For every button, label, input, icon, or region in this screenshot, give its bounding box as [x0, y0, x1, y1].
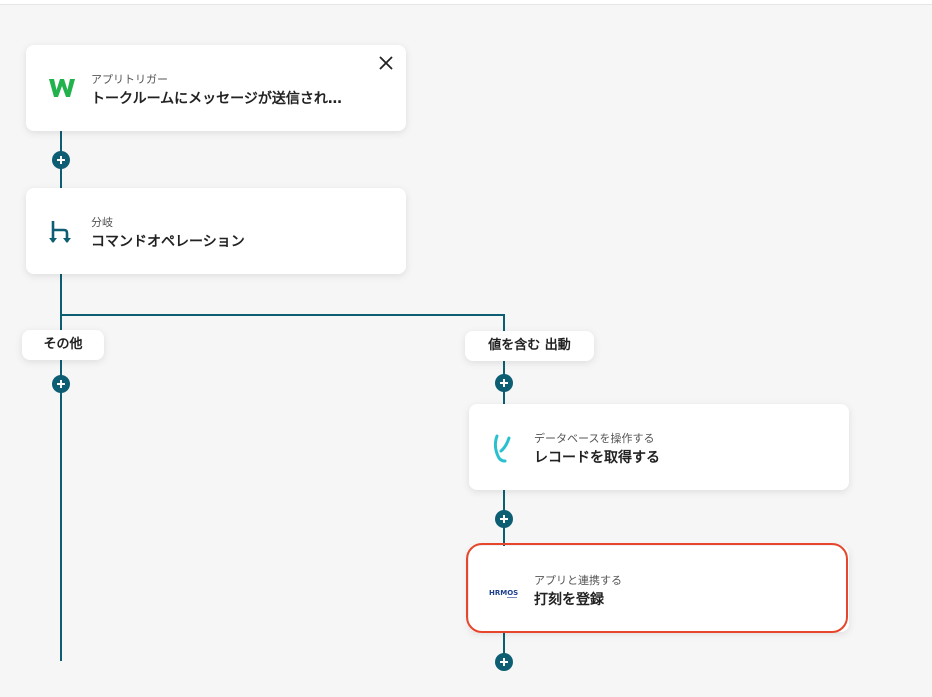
branch-title: コマンドオペレーション	[91, 234, 245, 250]
branch-label-other[interactable]: その他	[22, 330, 104, 360]
branch-icon	[48, 219, 74, 249]
add-step-button-left-branch[interactable]	[52, 375, 70, 393]
add-step-button-right-branch[interactable]	[495, 374, 513, 392]
workflow-canvas: アプリトリガー トークルームにメッセージが送信され… 分岐 コマンドオペレーショ…	[0, 0, 932, 697]
branch-label-contains[interactable]: 値を含む 出動	[465, 331, 594, 361]
database-node-card[interactable]: データベースを操作する レコードを取得する	[469, 404, 849, 490]
database-leaf-icon	[491, 433, 517, 467]
add-step-button-after-database[interactable]	[495, 510, 513, 528]
connector-right-to-label	[503, 315, 505, 331]
top-divider	[0, 0, 932, 5]
selected-highlight-outline	[466, 543, 848, 633]
connector-left-branch	[60, 315, 62, 661]
connector-branch-split	[60, 274, 62, 315]
connector-app-to-end	[503, 632, 505, 654]
add-step-button-after-app[interactable]	[495, 653, 513, 671]
database-title: レコードを取得する	[534, 450, 660, 466]
connector-split-horizontal	[60, 314, 505, 316]
database-category: データベースを操作する	[534, 432, 655, 445]
add-step-button-after-trigger[interactable]	[52, 151, 70, 169]
trigger-node-card[interactable]: アプリトリガー トークルームにメッセージが送信され…	[26, 45, 406, 131]
branch-node-card[interactable]: 分岐 コマンドオペレーション	[26, 188, 406, 274]
trigger-category: アプリトリガー	[91, 73, 168, 86]
branch-category: 分岐	[91, 216, 113, 229]
close-icon[interactable]	[376, 53, 396, 73]
w-logo-icon	[48, 77, 76, 103]
trigger-title: トークルームにメッセージが送信され…	[91, 91, 342, 107]
